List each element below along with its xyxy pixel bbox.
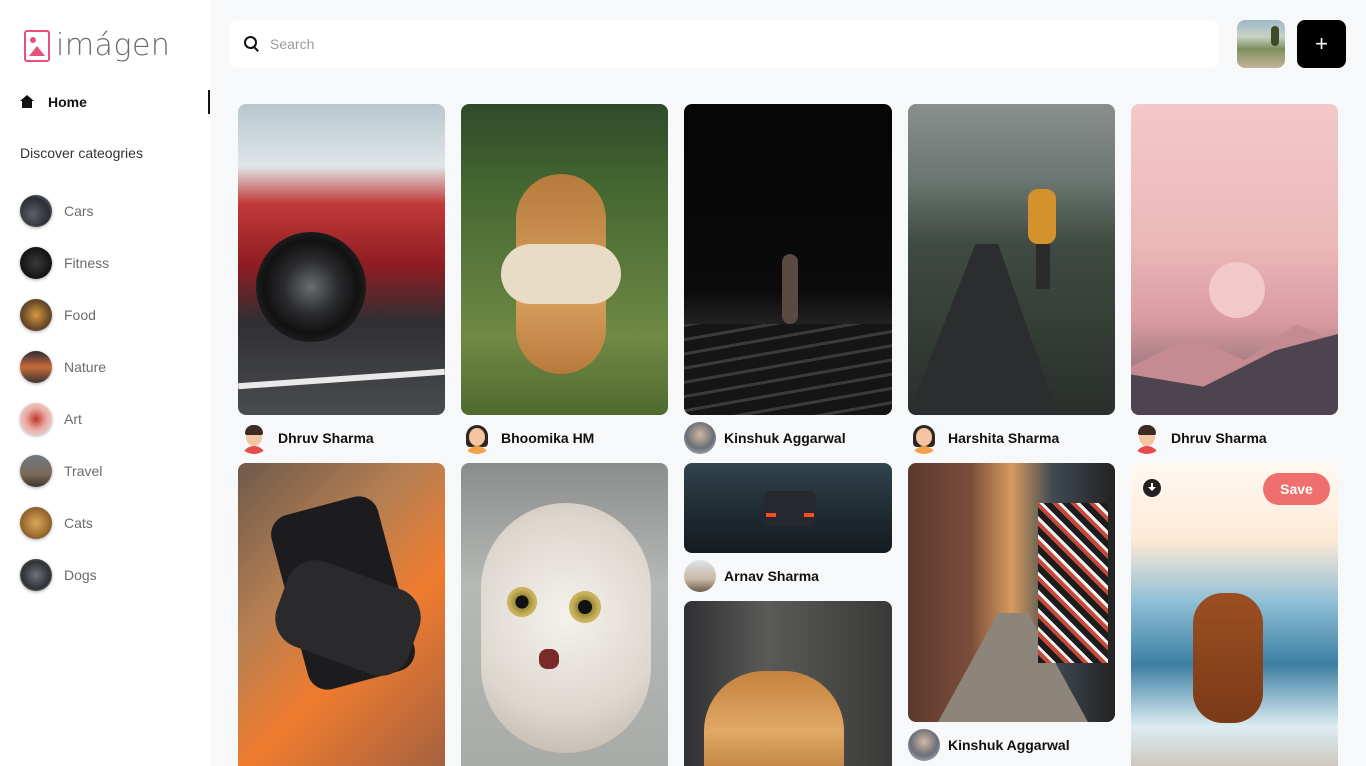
category-list: Cars Fitness Food Nature Art Travel Cats <box>20 185 109 601</box>
category-item-cars[interactable]: Cars <box>20 185 109 237</box>
author-avatar <box>461 422 493 454</box>
category-thumbnail <box>20 559 52 591</box>
category-item-travel[interactable]: Travel <box>20 445 109 497</box>
category-thumbnail <box>20 247 52 279</box>
author-avatar <box>238 422 270 454</box>
pin-image[interactable] <box>684 104 892 415</box>
pin-image[interactable] <box>908 104 1115 415</box>
category-label: Cats <box>64 515 93 531</box>
pin-author[interactable]: Kinshuk Aggarwal <box>908 729 1070 761</box>
pin-image[interactable] <box>461 463 668 766</box>
search-icon <box>244 36 260 52</box>
category-item-nature[interactable]: Nature <box>20 341 109 393</box>
author-avatar <box>908 729 940 761</box>
pin-image[interactable] <box>1131 463 1338 766</box>
author-name: Kinshuk Aggarwal <box>724 430 846 446</box>
author-avatar <box>684 422 716 454</box>
pin-author[interactable]: Arnav Sharma <box>684 560 819 592</box>
discover-heading: Discover cateogries <box>20 145 143 161</box>
image-icon <box>24 29 50 62</box>
pin-author[interactable]: Kinshuk Aggarwal <box>684 422 846 454</box>
category-label: Art <box>64 411 82 427</box>
category-label: Dogs <box>64 567 97 583</box>
add-pin-button[interactable]: + <box>1297 20 1346 68</box>
pin-image[interactable] <box>908 463 1115 722</box>
author-name: Dhruv Sharma <box>1171 430 1267 446</box>
download-icon[interactable] <box>1143 479 1161 497</box>
category-thumbnail <box>20 195 52 227</box>
category-label: Fitness <box>64 255 110 271</box>
pin-image[interactable] <box>1131 104 1338 415</box>
category-thumbnail <box>20 455 52 487</box>
pin-image[interactable] <box>238 463 445 766</box>
home-icon <box>20 95 34 109</box>
save-button[interactable]: Save <box>1263 473 1330 505</box>
category-thumbnail <box>20 403 52 435</box>
user-profile-avatar[interactable] <box>1237 20 1285 68</box>
category-item-dogs[interactable]: Dogs <box>20 549 109 601</box>
category-thumbnail <box>20 507 52 539</box>
app-name: imágen <box>56 28 171 63</box>
app-logo[interactable]: imágen <box>24 28 170 63</box>
pin-author[interactable]: Dhruv Sharma <box>238 422 374 454</box>
active-indicator <box>208 90 210 114</box>
category-item-art[interactable]: Art <box>20 393 109 445</box>
author-avatar <box>1131 422 1163 454</box>
author-name: Dhruv Sharma <box>278 430 374 446</box>
category-item-food[interactable]: Food <box>20 289 109 341</box>
author-name: Arnav Sharma <box>724 568 819 584</box>
pin-author[interactable]: Dhruv Sharma <box>1131 422 1267 454</box>
author-name: Bhoomika HM <box>501 430 595 446</box>
nav-home[interactable]: Home <box>20 90 210 114</box>
category-label: Travel <box>64 463 103 479</box>
author-name: Kinshuk Aggarwal <box>948 737 1070 753</box>
pin-image[interactable] <box>684 463 892 553</box>
pin-image[interactable] <box>461 104 668 415</box>
author-name: Harshita Sharma <box>948 430 1060 446</box>
pin-author[interactable]: Harshita Sharma <box>908 422 1059 454</box>
category-label: Cars <box>64 203 94 219</box>
author-avatar <box>684 560 716 592</box>
sidebar: imágen Home Discover cateogries Cars Fit… <box>0 0 210 766</box>
pin-image[interactable] <box>238 104 445 415</box>
search-bar <box>230 20 1218 68</box>
category-label: Food <box>64 307 96 323</box>
category-thumbnail <box>20 299 52 331</box>
category-item-cats[interactable]: Cats <box>20 497 109 549</box>
author-avatar <box>908 422 940 454</box>
nav-home-label: Home <box>48 94 87 110</box>
category-item-fitness[interactable]: Fitness <box>20 237 109 289</box>
search-input[interactable] <box>270 36 1170 52</box>
category-thumbnail <box>20 351 52 383</box>
category-label: Nature <box>64 359 107 375</box>
pin-author[interactable]: Bhoomika HM <box>461 422 594 454</box>
pin-image[interactable] <box>684 601 892 766</box>
